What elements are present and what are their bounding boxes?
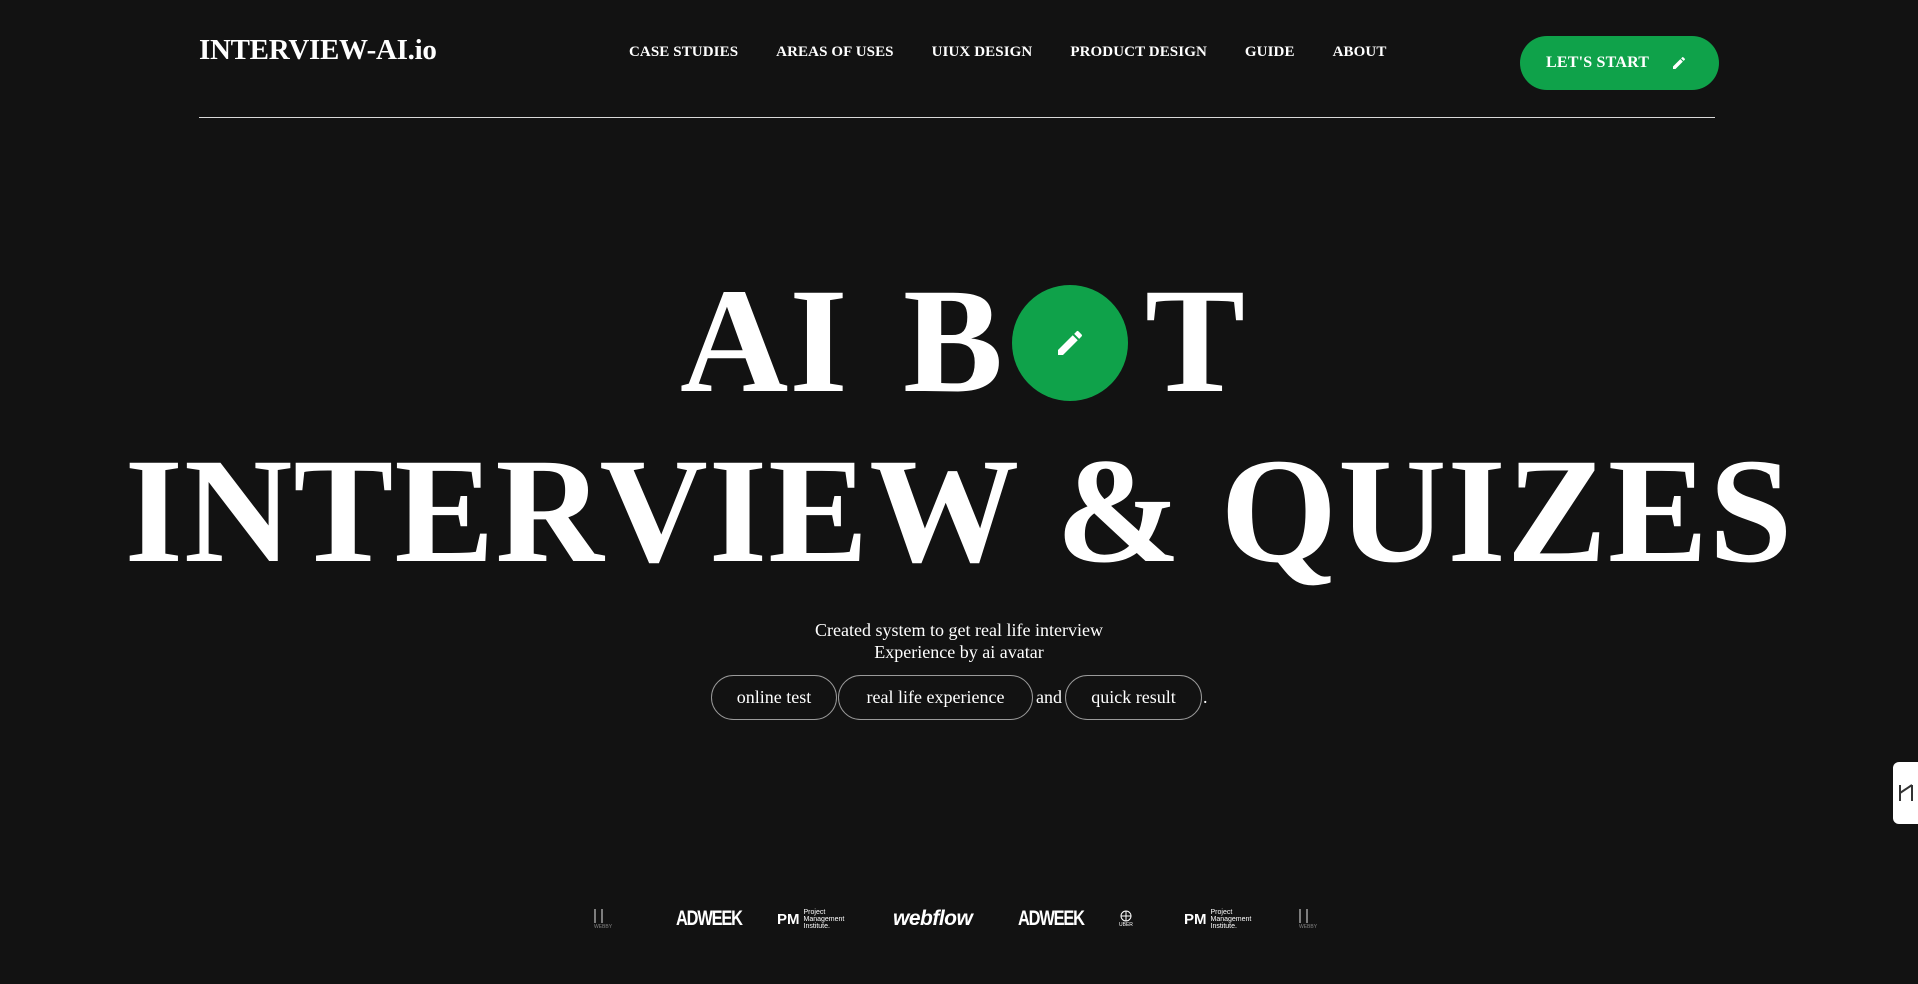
pill-connector: and (1036, 687, 1062, 707)
hero-subtitle-line1: Created system to get real life intervie… (815, 620, 1103, 640)
hero-title-line1: AI B T (0, 266, 1918, 416)
pill-quick-result[interactable]: quick result (1065, 675, 1202, 720)
hero-letter-b: B (903, 258, 1005, 424)
nav-case-studies[interactable]: CASE STUDIES (629, 44, 738, 61)
pencil-icon (1058, 330, 1083, 355)
pencil-icon (1673, 56, 1686, 69)
logo-webflow: webflow (893, 907, 973, 930)
logo-webby-1: WEBBY (594, 902, 612, 936)
hero-subtitle-line2: Experience by ai avatar (874, 642, 1044, 662)
partner-logos: WEBBY ADWEEK PM Project Management Insti… (590, 902, 1330, 936)
nav-uiux-design[interactable]: UIUX DESIGN (932, 44, 1033, 61)
nav-product-design[interactable]: PRODUCT DESIGN (1070, 44, 1207, 61)
landing-page: INTERVIEW-AI.io CASE STUDIES AREAS OF US… (0, 0, 1918, 984)
logo-pmi-2: PM Project Management Institute. (1184, 908, 1252, 930)
logo-adweek-2: ADWEEK (1018, 907, 1085, 930)
nav-about[interactable]: ABOUT (1333, 44, 1387, 61)
logo-webby-2: WEBBY (1299, 902, 1317, 936)
pill-online-test[interactable]: online test (711, 675, 837, 720)
bracket-icon (1899, 784, 1913, 801)
nav-guide[interactable]: GUIDE (1245, 44, 1295, 61)
webby-mark-icon (594, 908, 603, 923)
nav-areas-of-uses[interactable]: AREAS OF USES (776, 44, 893, 61)
feature-pills: online test real life experience and qui… (711, 674, 1208, 721)
hero-edit-button[interactable] (1012, 285, 1128, 401)
brand-logo[interactable]: INTERVIEW-AI.io (199, 34, 437, 67)
hero-word-ai: AI (680, 258, 849, 424)
logo-pmi-1: PM Project Management Institute. (777, 908, 845, 930)
logo-uber: UBER (1119, 902, 1133, 936)
hero-title-line2: INTERVIEW & QUIZES (124, 428, 1794, 594)
side-feedback-tab[interactable] (1893, 762, 1918, 824)
globe-icon (1120, 910, 1132, 922)
hero-letter-t: T (1145, 258, 1247, 424)
logo-adweek-1: ADWEEK (676, 907, 743, 930)
header-divider (199, 117, 1715, 118)
pill-end-period: . (1203, 687, 1208, 707)
lets-start-button[interactable]: LET'S START (1520, 36, 1719, 90)
lets-start-label: LET'S START (1546, 54, 1650, 71)
main-nav: CASE STUDIES AREAS OF USES UIUX DESIGN P… (629, 44, 1386, 61)
webby-mark-icon (1299, 908, 1308, 923)
pill-real-life-experience[interactable]: real life experience (838, 675, 1033, 720)
